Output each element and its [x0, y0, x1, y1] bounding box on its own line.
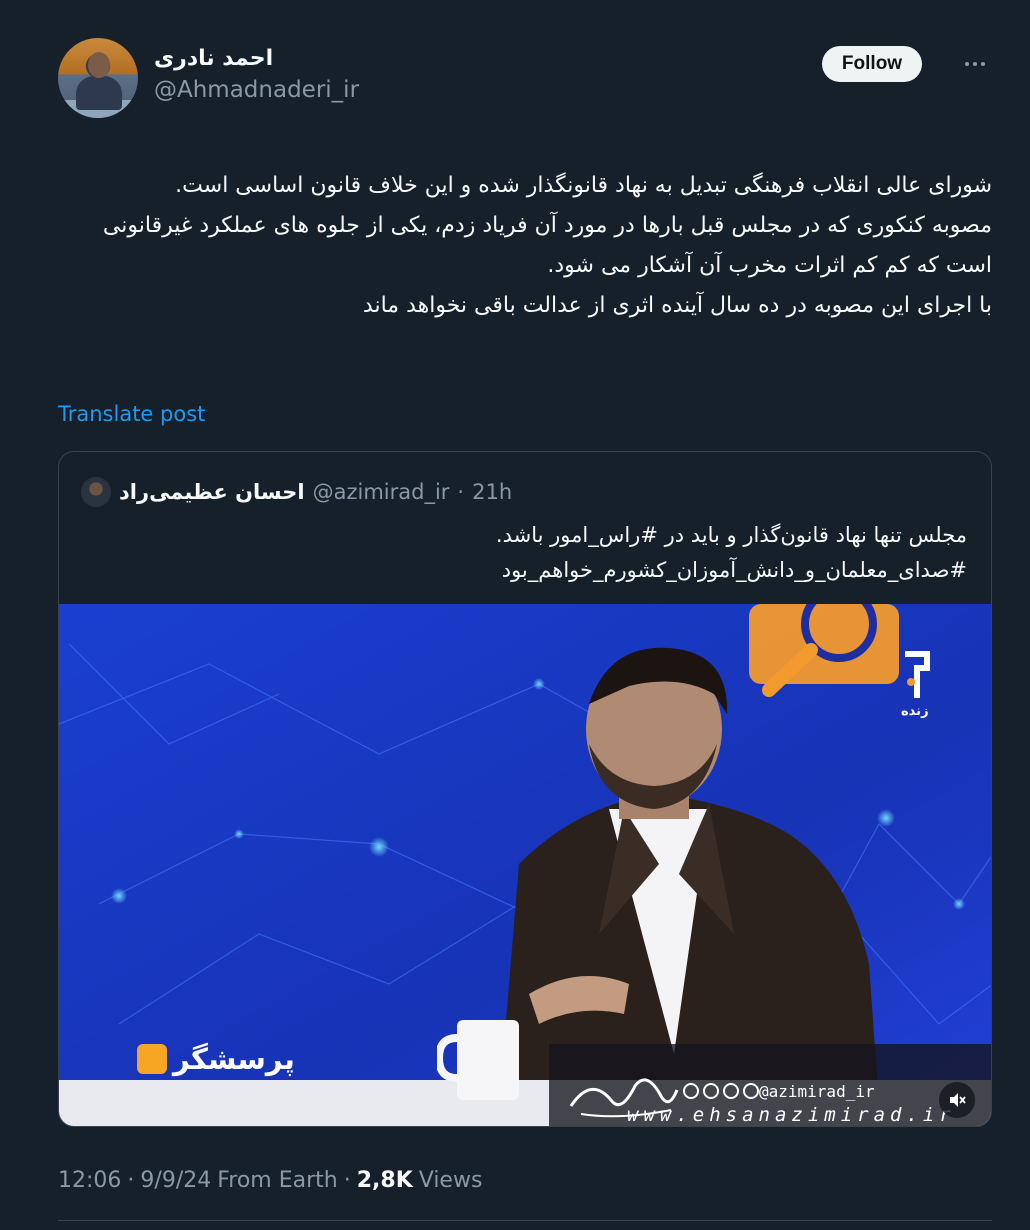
speaker-muted-icon	[950, 1093, 966, 1107]
quoted-tweet-text: مجلس تنها نهاد قانون‌گذار و باید در #راس…	[496, 518, 967, 588]
separator-dot: ·	[343, 1168, 351, 1193]
separator-dot: ·	[127, 1168, 135, 1193]
quoted-author-display-name: احسان عظیمی‌راد	[119, 480, 305, 504]
tweet-text: شورای عالی انقلاب فرهنگی تبدیل به نهاد ق…	[58, 166, 992, 326]
watermark-site: www.ehsanazimirad.ir	[627, 1104, 956, 1126]
tweet-date[interactable]: 9/9/24	[140, 1168, 211, 1193]
author-avatar[interactable]	[58, 38, 138, 118]
divider	[58, 1220, 992, 1221]
quoted-tweet-header: احسان عظیمی‌راد @azimirad_ir · 21h	[81, 476, 512, 508]
live-label: زنده	[901, 704, 929, 719]
quoted-tweet-hashtag-line[interactable]: #صدای_معلمان_و_دانش_آموزان_کشورم_خواهم_ب…	[496, 553, 967, 588]
eitaa-icon	[703, 1083, 719, 1099]
tweet-meta: 12:06 · 9/9/24 From Earth · 2,8K Views	[58, 1168, 482, 1193]
quoted-tweet[interactable]: احسان عظیمی‌راد @azimirad_ir · 21h مجلس …	[58, 451, 992, 1127]
tweet-source: From Earth	[217, 1168, 338, 1193]
tweet-header: احمد نادری @Ahmadnaderi_ir Follow	[58, 38, 990, 120]
views-count[interactable]: 2,8K	[357, 1168, 413, 1193]
tweet-time[interactable]: 12:06	[58, 1168, 121, 1193]
separator-dot: ·	[457, 480, 465, 504]
quoted-author-avatar	[81, 477, 111, 507]
views-label: Views	[418, 1168, 483, 1193]
channel-badge-icon	[905, 651, 930, 698]
telegram-icon	[683, 1083, 699, 1099]
translate-post-link[interactable]: Translate post	[58, 402, 205, 426]
author-display-name[interactable]: احمد نادری	[154, 46, 359, 71]
instagram-icon	[743, 1083, 759, 1099]
channel-logo: پرسشگر	[137, 1042, 295, 1076]
quoted-tweet-line: مجلس تنها نهاد قانون‌گذار و باید در #راس…	[495, 523, 967, 547]
tweet-line: مصوبه کنکوری که در مجلس قبل بارها در مور…	[102, 213, 992, 278]
quoted-author-handle: @azimirad_ir	[312, 480, 450, 504]
follow-button[interactable]: Follow	[822, 46, 922, 82]
tweet-line: با اجرای این مصوبه در ده سال آینده اثری …	[362, 293, 992, 318]
cup-graphic	[437, 1020, 519, 1100]
social-icons-watermark	[683, 1083, 759, 1099]
author-handle[interactable]: @Ahmadnaderi_ir	[154, 77, 359, 103]
x-icon	[723, 1083, 739, 1099]
channel-logo-text: پرسشگر	[173, 1042, 295, 1076]
tweet-line: شورای عالی انقلاب فرهنگی تبدیل به نهاد ق…	[175, 173, 992, 198]
more-options-icon[interactable]	[962, 52, 988, 76]
mute-toggle-button[interactable]	[939, 1082, 975, 1118]
channel-logo-icon	[137, 1044, 167, 1074]
quoted-tweet-time: 21h	[472, 480, 513, 504]
video-player[interactable]: پرسشگر زنده @azimirad_ir www.ehsanazimir…	[59, 604, 991, 1126]
author-names: احمد نادری @Ahmadnaderi_ir	[154, 46, 359, 103]
watermark-handle: @azimirad_ir	[759, 1082, 875, 1101]
